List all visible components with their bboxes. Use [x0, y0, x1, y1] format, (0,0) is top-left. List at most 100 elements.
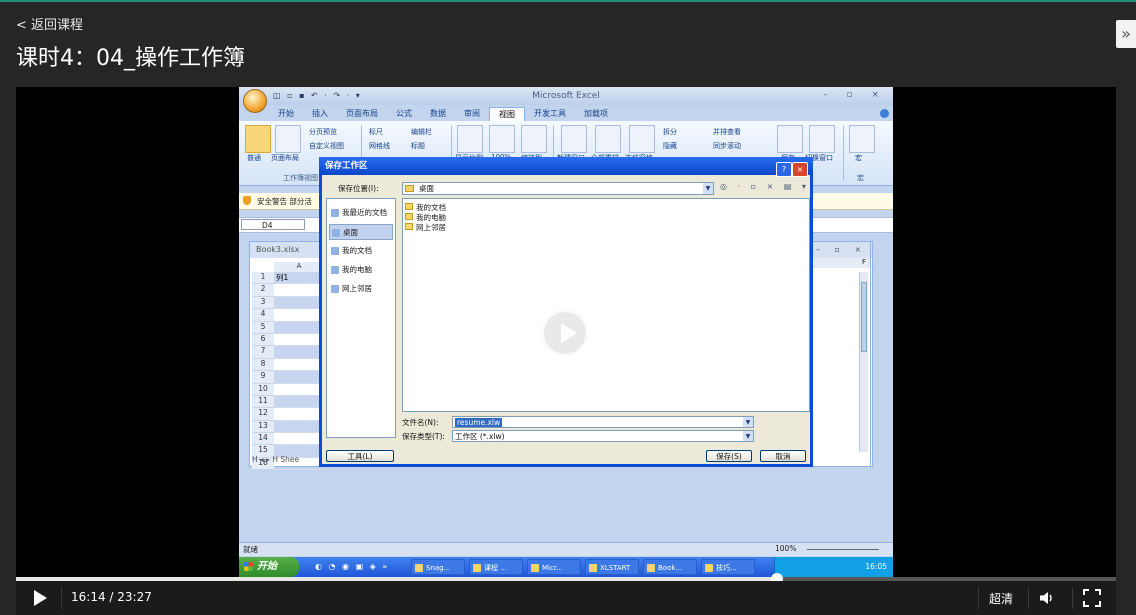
volume-icon[interactable]: [1039, 590, 1055, 606]
file-name: 我的电脑: [416, 213, 446, 222]
task-icon: [647, 564, 655, 572]
ribbon-sync-scroll-label: 同步滚动: [713, 142, 741, 150]
place-item: 网上邻居: [329, 281, 393, 297]
taskbar-task: Snag...: [411, 559, 465, 575]
filename-label: 文件名(N):: [402, 418, 439, 427]
quick-launch-icons: ◐ ◔ ◉ ▣ ◈ »: [315, 562, 390, 571]
task-label: Book...: [658, 564, 683, 572]
ribbon-tab: 视图: [489, 107, 525, 121]
time-display: 16:14 / 23:27: [71, 590, 152, 604]
save-button: 保存(S): [706, 450, 752, 462]
column-header-f: F: [808, 258, 870, 268]
normal-view-icon: [245, 125, 271, 153]
cancel-button: 取消: [760, 450, 806, 462]
task-label: Micr...: [542, 564, 563, 572]
place-label: 我的电脑: [342, 265, 372, 274]
top-accent-line: [0, 0, 1136, 2]
shield-icon: [243, 196, 251, 205]
ribbon-tab: 页面布局: [346, 109, 378, 118]
play-icon: [561, 323, 577, 343]
ribbon-macros-label: 宏: [855, 154, 862, 162]
cell: [274, 296, 322, 310]
back-to-course-link[interactable]: < 返回课程: [16, 14, 83, 33]
ribbon-tabs: 开始 插入 页面布局 公式 数据 审阅 视图 开发工具 加载项: [269, 107, 617, 121]
place-icon: [332, 229, 340, 237]
place-icon: [331, 285, 339, 293]
zoom-selection-icon: [521, 125, 547, 153]
save-workspace-icon: [777, 125, 803, 153]
row-number: 5: [252, 321, 274, 334]
second-workbook-window: – ▫ × F: [807, 241, 871, 467]
place-item: 我最近的文档: [329, 205, 393, 221]
tray-clock: 16:05: [865, 562, 887, 571]
row-number: 3: [252, 296, 274, 310]
windows-taskbar: 开始 ◐ ◔ ◉ ▣ ◈ » Snag... 课程 ... Micr... XLSTA…: [239, 557, 893, 577]
switch-windows-icon: [809, 125, 835, 153]
group-workbook-views-label: 工作簿视图: [283, 174, 318, 182]
save-in-label: 保存位置(I):: [338, 184, 379, 193]
filename-value: resume.xlw: [455, 418, 503, 427]
taskbar-task: XLSTART: [585, 559, 639, 575]
video-stage[interactable]: ◫ ▫ ▪ ↶ · ↷ · ▾ Microsoft Excel – ▫ × 开始…: [16, 87, 1116, 577]
place-item: 桌面: [329, 224, 393, 240]
side-panel-toggle-button[interactable]: »: [1116, 20, 1136, 48]
ribbon-tab: 数据: [430, 109, 446, 118]
cell: [274, 384, 322, 396]
task-label: 课程 ...: [484, 564, 507, 572]
ribbon-tab: 审阅: [464, 109, 480, 118]
task-icon: [705, 564, 713, 572]
cell: [274, 395, 322, 409]
page-layout-view-icon: [275, 125, 301, 153]
row-number: 9: [252, 371, 274, 384]
row-number-column: 1 2 3 4 5 6 7 8 9 10 11 12 13 14 15 16: [252, 272, 274, 471]
row-number: 13: [252, 420, 274, 434]
save-in-combo: 桌面 ▼: [402, 182, 714, 195]
start-button: 开始: [239, 557, 299, 577]
fullscreen-icon[interactable]: [1083, 589, 1101, 607]
place-item: 我的文档: [329, 243, 393, 259]
ribbon-tab: 开始: [278, 109, 294, 118]
place-icon: [331, 247, 339, 255]
place-label: 我的文档: [342, 246, 372, 255]
chevron-down-icon: ▼: [743, 431, 753, 441]
name-box: D4: [241, 219, 305, 230]
ribbon-formula-bar-label: 编辑栏: [411, 128, 432, 136]
row-number: 1: [252, 272, 274, 285]
zoom-100-icon: [489, 125, 515, 153]
cell: [274, 334, 322, 347]
filetype-value: 工作区 (*.xlw): [455, 432, 505, 441]
group-macros-label: 宏: [857, 174, 864, 182]
place-icon: [331, 266, 339, 274]
filename-input: resume.xlw ▼: [452, 416, 754, 428]
file-name: 网上邻居: [416, 223, 446, 232]
task-icon: [589, 564, 597, 572]
dialog-toolbar-icons: ◎ · ▫ × ▤ ▾: [720, 182, 810, 191]
filetype-label: 保存类型(T):: [402, 432, 445, 441]
security-warning-text: 安全警告 部分活: [257, 197, 312, 206]
filetype-select: 工作区 (*.xlw) ▼: [452, 430, 754, 442]
play-overlay-button[interactable]: [541, 309, 589, 357]
ribbon-ruler-label: 标尺: [369, 128, 383, 136]
dialog-help-icon: ?: [776, 162, 792, 177]
ribbon-page-layout-label: 页面布局: [271, 154, 299, 162]
task-icon: [531, 564, 539, 572]
play-button[interactable]: [34, 590, 47, 606]
help-icon: [880, 109, 889, 118]
ribbon-hide-label: 隐藏: [663, 142, 677, 150]
scrollbar-thumb: [861, 282, 867, 352]
controls-divider: [1028, 587, 1029, 609]
cell: [274, 408, 322, 421]
zoom-level: 100%: [775, 544, 797, 553]
folder-icon: [405, 213, 413, 220]
row-number: 6: [252, 333, 274, 347]
place-icon: [331, 209, 339, 217]
excel-app-title: Microsoft Excel: [532, 91, 600, 101]
ribbon-tab: 加载项: [584, 109, 608, 118]
place-label: 网上邻居: [342, 284, 372, 293]
taskbar-task: Book...: [643, 559, 697, 575]
quality-button[interactable]: 超清: [989, 590, 1013, 607]
row-number: 8: [252, 358, 274, 372]
ribbon-split-label: 拆分: [663, 128, 677, 136]
vertical-scrollbar: [859, 272, 868, 452]
cell: 列1: [274, 272, 322, 285]
